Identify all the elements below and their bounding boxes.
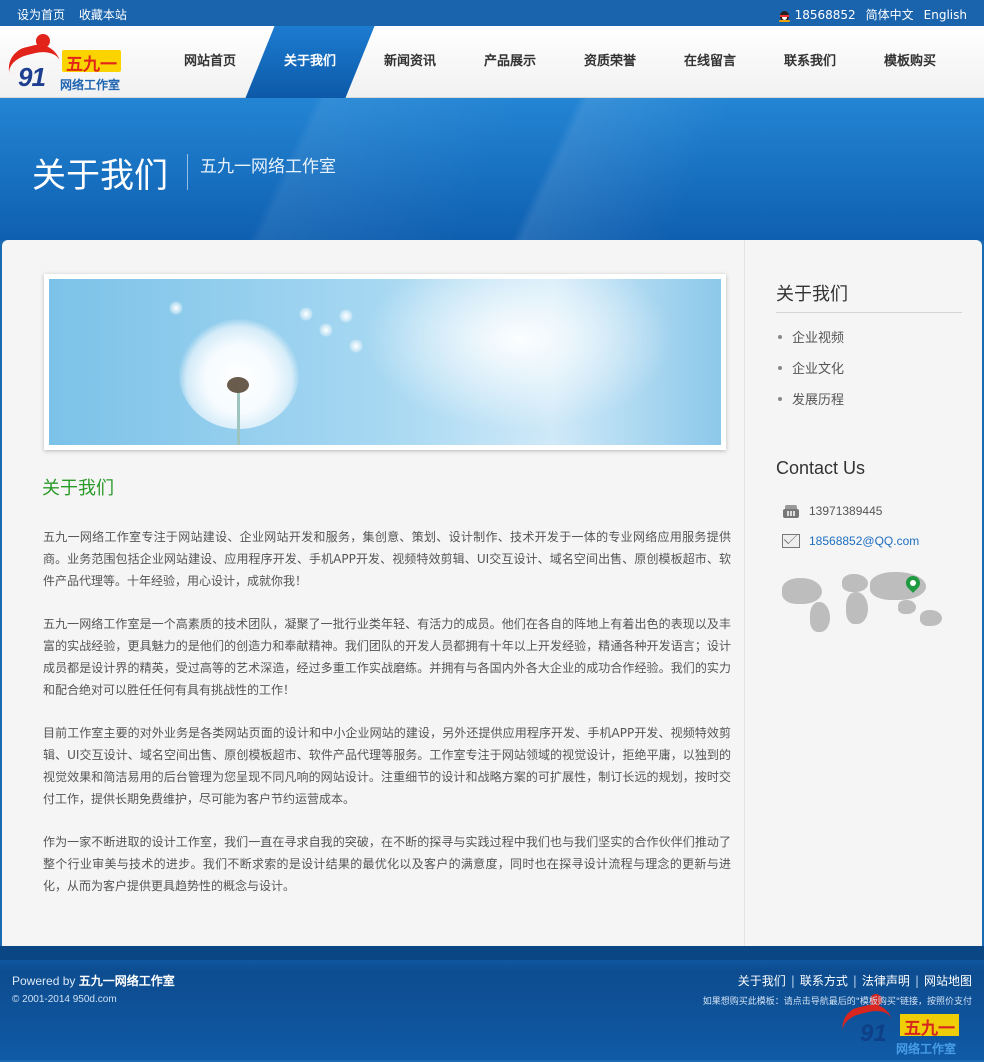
sidebar-item-history[interactable]: 发展历程	[776, 390, 844, 421]
nav-news[interactable]: 新闻资讯	[360, 26, 460, 98]
about-paragraph: 目前工作室主要的对外业务是各类网站页面的设计和中小企业网站的建设，另外还提供应用…	[43, 726, 731, 806]
nav-contact[interactable]: 联系我们	[760, 26, 860, 98]
contact-email-row: 18568852@QQ.com	[782, 529, 919, 550]
footer-link-sitemap[interactable]: 网站地图	[924, 974, 972, 988]
contact-email-link[interactable]: 18568852@QQ.com	[809, 534, 919, 548]
phone-icon	[782, 504, 800, 518]
set-home-link[interactable]: 设为首页	[17, 8, 65, 22]
footer-link-about[interactable]: 关于我们	[738, 974, 786, 988]
nav-template-buy[interactable]: 模板购买	[860, 26, 960, 98]
bullet-icon	[778, 366, 782, 370]
footer-logo-brand-sub: 网络工作室	[896, 1042, 957, 1056]
sidebar-divider	[776, 312, 962, 313]
sidebar-item-culture[interactable]: 企业文化	[776, 359, 844, 390]
bullet-icon	[778, 397, 782, 401]
footer-link-legal[interactable]: 法律声明	[862, 974, 910, 988]
nav-message[interactable]: 在线留言	[660, 26, 760, 98]
logo-brand-top: 五九一	[62, 50, 121, 75]
main-content: 关于我们 五九一网络工作室专注于网站建设、企业网站开发和服务，集创意、策划、设计…	[2, 240, 745, 946]
top-bar-left: 设为首页 收藏本站	[17, 6, 137, 23]
banner-title: 关于我们	[32, 156, 168, 196]
site-header: 91 五九一 网络工作室 网站首页 关于我们 新闻资讯 产品展示 资质荣誉 在线…	[0, 26, 984, 98]
qq-number[interactable]: 18568852	[795, 8, 856, 22]
sidebar-item-video[interactable]: 企业视频	[776, 328, 844, 359]
hero-image-frame	[44, 274, 726, 450]
footer-link-contact[interactable]: 联系方式	[800, 974, 848, 988]
logo-number: 91	[18, 62, 46, 92]
top-bar: 设为首页 收藏本站 18568852 简体中文 English	[0, 0, 984, 26]
lang-english-link[interactable]: English	[924, 8, 967, 22]
site-footer: Powered by 五九一网络工作室 © 2001-2014 950d.com…	[0, 946, 984, 1060]
footer-powered-name[interactable]: 五九一网络工作室	[79, 974, 175, 988]
world-map-icon[interactable]	[780, 570, 950, 636]
nav-products[interactable]: 产品展示	[460, 26, 560, 98]
about-text: 五九一网络工作室专注于网站建设、企业网站开发和服务，集创意、策划、设计制作、技术…	[43, 526, 731, 918]
nav-home[interactable]: 网站首页	[160, 26, 260, 98]
bullet-icon	[778, 335, 782, 339]
banner-subtitle: 五九一网络工作室	[200, 157, 336, 177]
footer-logo-number: 91	[860, 1020, 887, 1047]
site-logo[interactable]: 91 五九一 网络工作室	[0, 28, 140, 96]
footer-powered: Powered by 五九一网络工作室	[12, 972, 175, 989]
page-banner: 关于我们 五九一网络工作室	[0, 98, 984, 240]
about-paragraph: 五九一网络工作室是一个高素质的技术团队，凝聚了一批行业类年轻、有活力的成员。他们…	[43, 617, 731, 697]
nav-about[interactable]: 关于我们	[245, 26, 375, 98]
about-paragraph: 五九一网络工作室专注于网站建设、企业网站开发和服务，集创意、策划、设计制作、技术…	[43, 530, 731, 588]
lang-chinese-link[interactable]: 简体中文	[866, 6, 914, 23]
contact-title: Contact Us	[776, 458, 866, 478]
top-bar-right: 18568852 简体中文 English	[778, 6, 967, 23]
mail-icon	[782, 529, 800, 548]
footer-links: 关于我们 | 联系方式 | 法律声明 | 网站地图	[737, 974, 972, 988]
qq-icon[interactable]	[778, 8, 791, 22]
footer-powered-prefix: Powered by	[12, 974, 76, 988]
footer-copyright: © 2001-2014 950d.com	[12, 994, 117, 1005]
sidebar-title: 关于我们	[776, 284, 848, 305]
main-panel: 关于我们 五九一网络工作室专注于网站建设、企业网站开发和服务，集创意、策划、设计…	[2, 240, 982, 946]
contact-phone-row: 13971389445	[782, 502, 882, 520]
nav-honors[interactable]: 资质荣誉	[560, 26, 660, 98]
bookmark-link[interactable]: 收藏本站	[79, 8, 127, 22]
banner-divider	[187, 154, 188, 190]
about-paragraph: 作为一家不断进取的设计工作室，我们一直在寻求自我的突破，在不断的探寻与实践过程中…	[43, 835, 731, 893]
logo-brand-sub: 网络工作室	[60, 78, 121, 92]
dandelion-image	[49, 279, 721, 445]
footer-logo-brand-top: 五九一	[900, 1014, 959, 1039]
section-title: 关于我们	[42, 478, 114, 499]
sidebar-list: 企业视频 企业文化 发展历程	[776, 328, 844, 421]
footer-note: 如果想购买此模板：请点击导航最后的"模板购买"链接，按照价支付	[702, 997, 972, 1007]
logo-head-icon	[36, 34, 50, 48]
contact-phone: 13971389445	[809, 504, 883, 518]
